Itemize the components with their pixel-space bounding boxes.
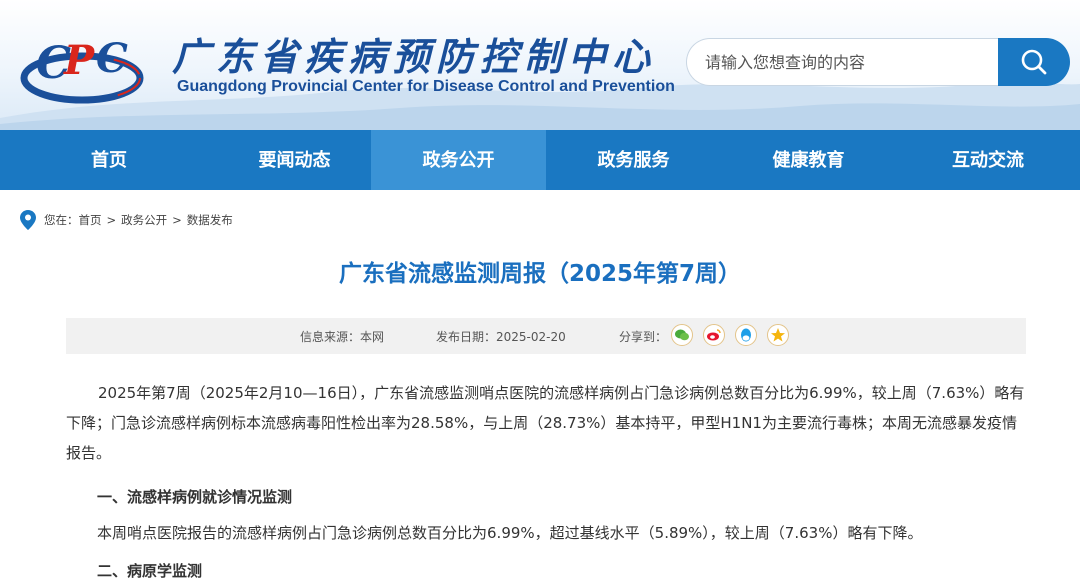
nav-news[interactable]: 要闻动态 — [218, 130, 371, 190]
svg-text:C: C — [96, 35, 128, 82]
site-title-chinese: 广东省疾病预防控制中心 — [172, 34, 657, 79]
nav-health-education[interactable]: 健康教育 — [721, 130, 896, 190]
breadcrumb-government-affairs[interactable]: 政务公开 — [121, 212, 167, 228]
site-title-english: Guangdong Provincial Center for Disease … — [177, 78, 675, 95]
qq-icon[interactable] — [735, 324, 757, 346]
svg-text:P: P — [63, 37, 96, 84]
article-meta: 信息来源：本网 发布日期：2025-02-20 分享到： — [66, 318, 1026, 354]
qzone-icon[interactable] — [767, 324, 789, 346]
search-button[interactable] — [998, 38, 1070, 86]
breadcrumb-separator: > — [172, 213, 182, 227]
search-input[interactable] — [686, 38, 998, 86]
nav-government-services[interactable]: 政务服务 — [546, 130, 721, 190]
section-heading: 二、病原学监测 — [97, 562, 203, 580]
article-source: 信息来源：本网 — [300, 330, 385, 344]
breadcrumb: 您在： 首页 > 政务公开 > 数据发布 — [20, 210, 233, 230]
breadcrumb-prefix: 您在： — [44, 213, 79, 227]
breadcrumb-home[interactable]: 首页 — [79, 212, 102, 228]
nav-government-affairs[interactable]: 政务公开 — [371, 130, 546, 190]
breadcrumb-separator: > — [106, 213, 117, 227]
article-title: 广东省流感监测周报（2025年第7周） — [338, 261, 742, 287]
article-body: 2025年第7周（2025年2月10—16日），广东省流感监测哨点医院的流感样病… — [66, 378, 1026, 580]
main-nav: 首页 要闻动态 政务公开 政务服务 健康教育 互动交流 — [0, 130, 1080, 190]
search-icon — [1021, 49, 1047, 75]
article-paragraph: 2025年第7周（2025年2月10—16日），广东省流感监测哨点医院的流感样病… — [66, 384, 1025, 462]
search-bar — [686, 38, 1070, 88]
nav-interaction[interactable]: 互动交流 — [896, 130, 1080, 190]
nav-home[interactable]: 首页 — [0, 130, 218, 190]
article-paragraph: 本周哨点医院报告的流感样病例占门急诊病例总数百分比为6.99%，超过基线水平（5… — [97, 524, 923, 542]
article-date: 发布日期：2025-02-20 — [436, 330, 566, 344]
wechat-icon[interactable] — [671, 324, 693, 346]
weibo-icon[interactable] — [703, 324, 725, 346]
share-label: 分享到： — [619, 330, 668, 344]
cdc-logo: C P C — [20, 35, 144, 104]
section-heading: 一、流感样病例就诊情况监测 — [97, 488, 293, 506]
breadcrumb-data-release[interactable]: 数据发布 — [187, 212, 233, 228]
location-pin-icon — [20, 210, 36, 230]
site-header: C P C 广东省疾病预防控制中心 Guangdong Provincial C… — [0, 0, 1080, 130]
